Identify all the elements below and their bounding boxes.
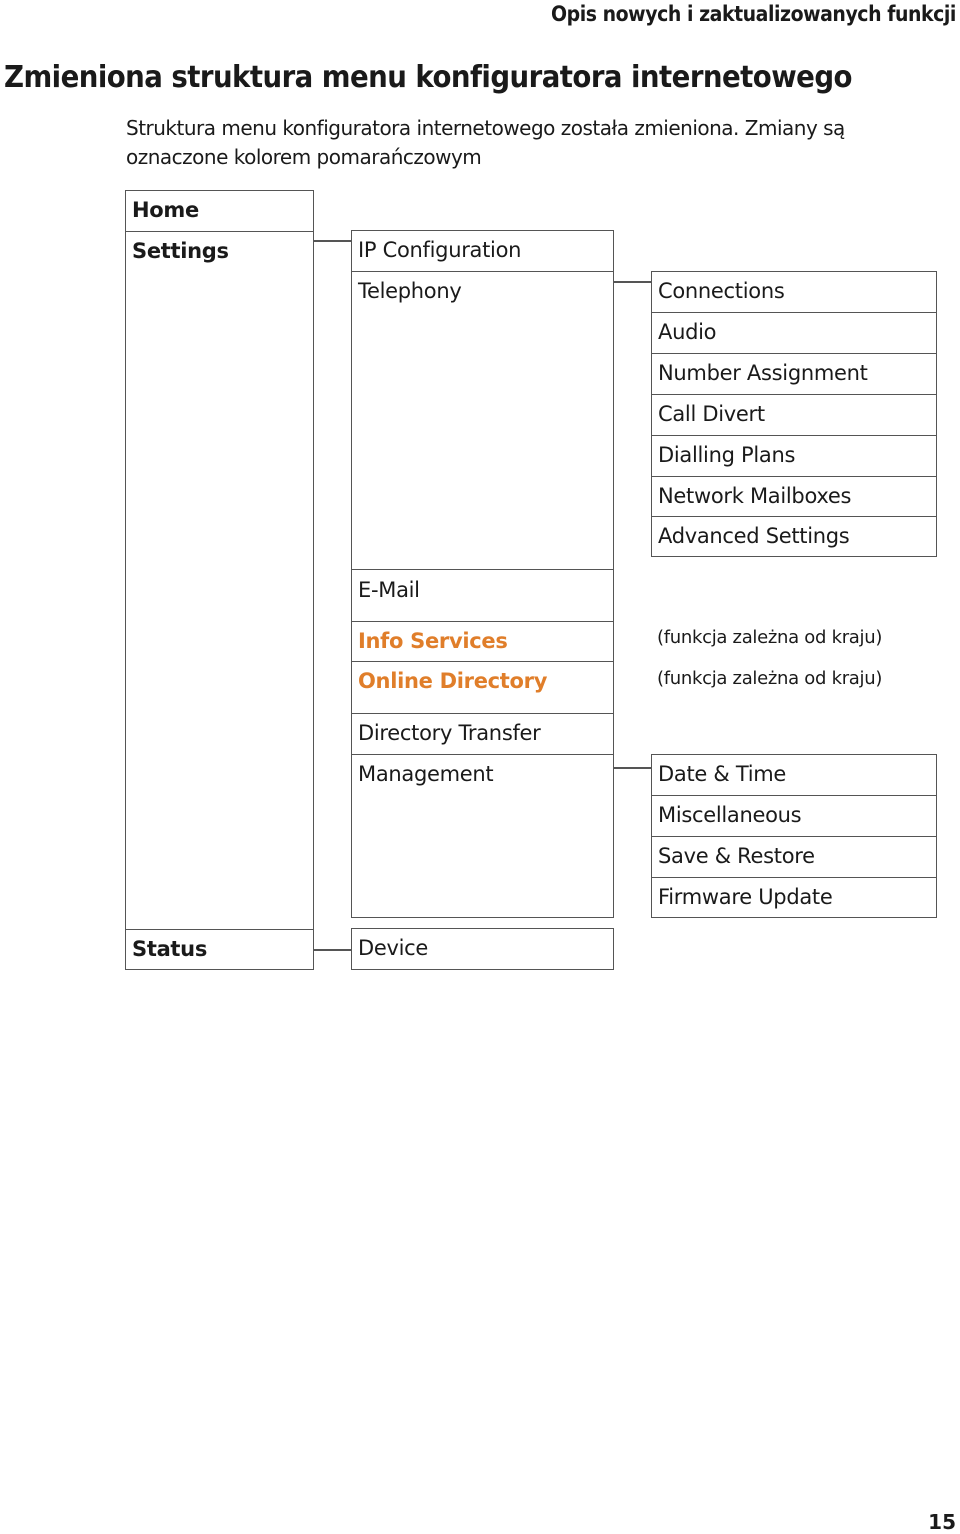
connector-settings [313,240,352,242]
menu-item-ip-configuration: IP Configuration [358,238,522,262]
telephony-submenu: Connections Audio Number Assignment Call… [651,271,937,557]
management-submenu: Date & Time Miscellaneous Save & Restore… [651,754,937,918]
menu-item-management: Management [352,754,613,918]
menu-item-device: Device [358,936,429,960]
menu-item-status: Status [126,929,313,970]
connector-telephony [613,281,652,283]
menu-item-dialling-plans: Dialling Plans [652,435,936,476]
status-submenu: Device [351,928,614,970]
settings-submenu: IP Configuration Telephony E-Mail Info S… [351,230,614,918]
menu-item-home: Home [132,198,199,222]
menu-item-settings: Settings [126,231,313,930]
intro-paragraph: Struktura menu konfiguratora internetowe… [126,116,845,169]
note-info-services: (funkcja zależna od kraju) [657,627,883,648]
menu-item-info-services: Info Services [352,621,613,662]
menu-item-save-restore: Save & Restore [652,836,936,877]
menu-item-email: E-Mail [352,569,613,622]
menu-item-call-divert: Call Divert [652,394,936,435]
note-online-directory: (funkcja zależna od kraju) [657,668,883,689]
menu-item-telephony: Telephony [352,271,613,569]
section-header: Opis nowych i zaktualizowanych funkcji [551,2,956,26]
page-title: Zmieniona struktura menu konfiguratora i… [4,60,852,95]
menu-item-advanced-settings: Advanced Settings [652,516,936,557]
connector-status [313,949,352,951]
menu-item-number-assignment: Number Assignment [652,353,936,394]
menu-item-directory-transfer: Directory Transfer [352,713,613,754]
level1-menu: Home Settings Status [125,190,314,970]
menu-item-miscellaneous: Miscellaneous [652,795,936,836]
connector-management [613,767,652,769]
menu-item-online-directory: Online Directory [352,661,613,714]
menu-item-date-time: Date & Time [658,762,787,786]
page-number: 15 [928,1510,956,1534]
menu-item-firmware-update: Firmware Update [652,877,936,918]
menu-item-audio: Audio [652,312,936,353]
menu-item-connections: Connections [658,279,785,303]
menu-item-network-mailboxes: Network Mailboxes [652,476,936,517]
